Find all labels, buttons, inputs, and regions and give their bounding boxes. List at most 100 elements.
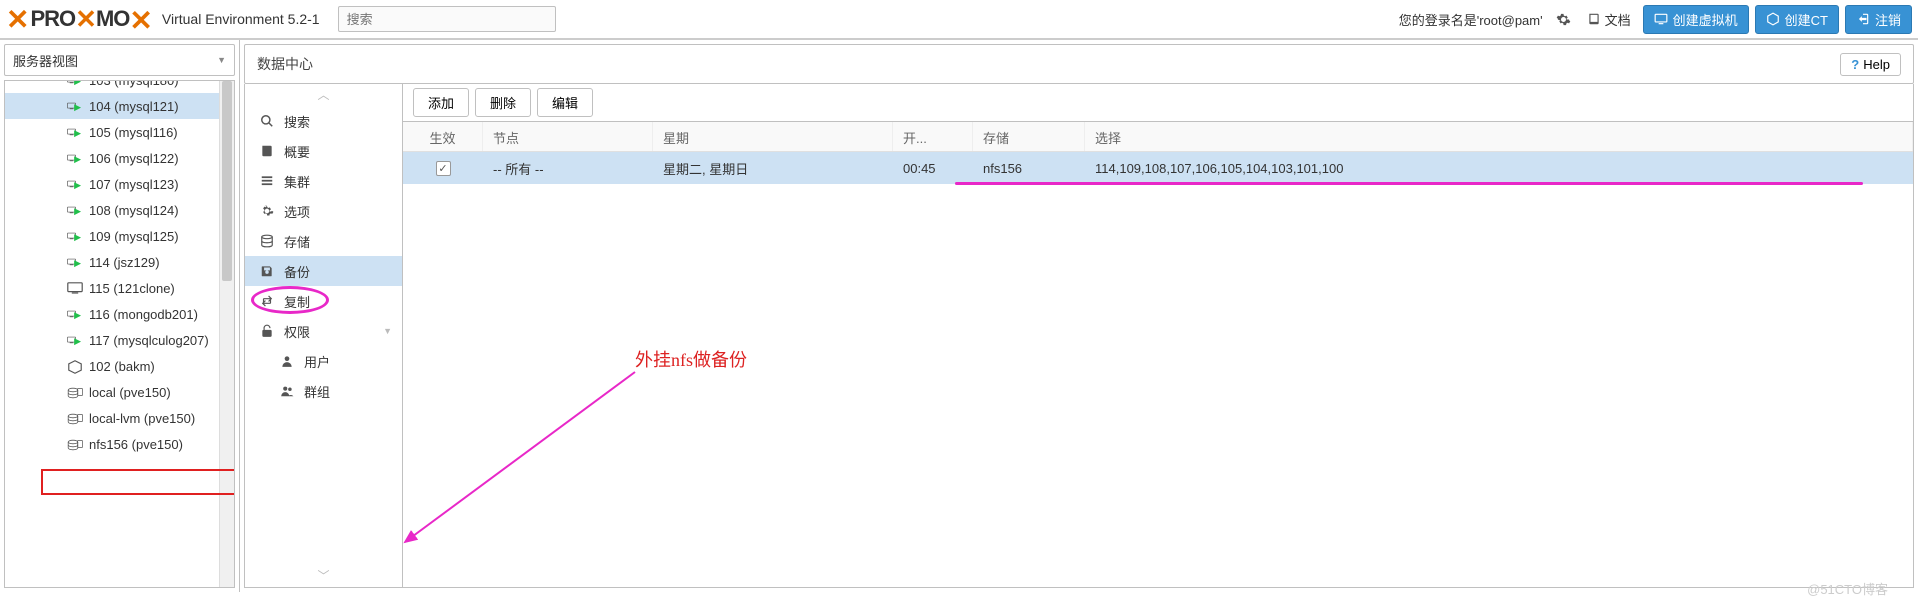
login-status: 您的登录名是'root@pam' [1399, 10, 1543, 29]
tree-item-label: 109 (mysql125) [89, 229, 179, 244]
tree-item-label: 102 (bakm) [89, 359, 155, 374]
retweet-icon [259, 294, 274, 308]
annotation-text: 外挂nfs做备份 [635, 346, 747, 372]
content-panel: 数据中心 ? Help ︿ 搜索概要集群选项存储备份复制权限▼用户群组 ﹀ 添加… [240, 40, 1918, 592]
search-icon [259, 114, 274, 128]
tree-item-vm[interactable]: ▶116 (mongodb201) [5, 301, 234, 327]
col-enable[interactable]: 生效 [403, 122, 483, 151]
tree-item-vm[interactable]: ▶105 (mysql116) [5, 119, 234, 145]
nav-item-save[interactable]: 备份 [245, 256, 402, 286]
nav-item-book[interactable]: 概要 [245, 136, 402, 166]
unlock-icon [259, 324, 274, 338]
tree-item-vm[interactable]: ▶114 (jsz129) [5, 249, 234, 275]
nav-item-search[interactable]: 搜索 [245, 106, 402, 136]
tree-item-ct[interactable]: 102 (bakm) [5, 353, 234, 379]
tree-item-vm[interactable]: ▶ 104 (mysql121) [5, 93, 234, 119]
tree-container: ▶103 (mysql180)▶104 (mysql121)▶105 (mysq… [4, 80, 235, 588]
edit-button[interactable]: 编辑 [537, 88, 593, 117]
main: 服务器视图 ▶103 (mysql180)▶104 (mysql121)▶105… [0, 40, 1918, 592]
tree-item-vm[interactable]: ▶117 (mysqlculog207) [5, 327, 234, 353]
cell-days: 星期二, 星期日 [653, 159, 893, 178]
tree-item-vm[interactable]: ▶109 (mysql125) [5, 223, 234, 249]
vm-icon: ▶ [67, 178, 83, 190]
tree-scrollbar[interactable] [219, 81, 234, 587]
vm-icon: ▶ [67, 334, 83, 346]
tree-item-label: 115 (121clone) [89, 281, 175, 296]
storage-icon [67, 412, 83, 424]
backup-job-row[interactable]: ✓ -- 所有 -- 星期二, 星期日 00:45 nfs156 114,109… [403, 152, 1913, 184]
cell-select: 114,109,108,107,106,105,104,103,101,100 [1085, 161, 1913, 176]
vm-icon: ▶ [67, 100, 83, 112]
nav-item-label: 复制 [284, 292, 310, 311]
grid-header: 生效 节点 星期 开... 存储 选择 [403, 122, 1913, 152]
config-nav: ︿ 搜索概要集群选项存储备份复制权限 ▼ 用户群组 ﹀ [245, 84, 403, 587]
col-days[interactable]: 星期 [653, 122, 893, 151]
nav-item-label: 选项 [284, 202, 310, 221]
storage-icon [67, 386, 83, 398]
cell-storage: nfs156 [973, 161, 1085, 176]
nav-item-label: 权限 [284, 322, 310, 341]
annotation-arrow [385, 362, 645, 582]
create-vm-button[interactable]: 创建虚拟机 [1643, 5, 1749, 34]
vm-icon: ▶ [67, 308, 83, 320]
col-node[interactable]: 节点 [483, 122, 653, 151]
nav-item-retweet[interactable]: 复制 [245, 286, 402, 316]
vm-icon [67, 282, 83, 294]
tree-item-vm[interactable]: ▶108 (mysql124) [5, 197, 234, 223]
gear-icon[interactable] [1553, 8, 1575, 30]
logo: ✕PRO✕MO✕ [6, 3, 152, 36]
chevron-down-icon: ▼ [383, 326, 392, 336]
nav-scroll-up[interactable]: ︿ [245, 84, 402, 106]
add-button[interactable]: 添加 [413, 88, 469, 117]
logout-button[interactable]: 注销 [1845, 5, 1912, 34]
nav-item-unlock[interactable]: 权限 ▼ [245, 316, 402, 346]
tree-item-storage[interactable]: local-lvm (pve150) [5, 405, 234, 431]
search-input[interactable] [338, 6, 556, 32]
vm-icon: ▶ [67, 152, 83, 164]
help-icon: ? [1851, 57, 1859, 72]
enabled-checkbox[interactable]: ✓ [436, 161, 451, 176]
nav-scroll-down[interactable]: ﹀ [245, 565, 402, 587]
col-start[interactable]: 开... [893, 122, 973, 151]
user-icon [279, 354, 294, 368]
monitor-icon [1654, 13, 1668, 25]
nav-item-user[interactable]: 用户 [245, 346, 402, 376]
col-storage[interactable]: 存储 [973, 122, 1085, 151]
header-right: 您的登录名是'root@pam' 文档 创建虚拟机 创建CT 注销 [1399, 5, 1912, 34]
nav-item-group[interactable]: 群组 [245, 376, 402, 406]
nav-item-label: 搜索 [284, 112, 310, 131]
delete-button[interactable]: 删除 [475, 88, 531, 117]
create-ct-button[interactable]: 创建CT [1755, 5, 1839, 34]
nav-item-cluster[interactable]: 集群 [245, 166, 402, 196]
backup-panel: 添加 删除 编辑 生效 节点 星期 开... 存储 选择 ✓ -- 所有 -- … [403, 84, 1913, 587]
docs-link[interactable]: 文档 [1587, 10, 1631, 29]
tree-item-label: 103 (mysql180) [89, 80, 179, 88]
tree-item-vm[interactable]: ▶ 103 (mysql180) [5, 80, 234, 93]
group-icon [279, 384, 294, 398]
vm-icon: ▶ [67, 256, 83, 268]
vm-icon: ▶ [67, 80, 83, 86]
tree-item-vm[interactable]: ▶106 (mysql122) [5, 145, 234, 171]
book-icon [1587, 12, 1601, 26]
watermark: @51CTO博客 [1807, 579, 1888, 598]
nav-item-label: 群组 [304, 382, 330, 401]
resource-tree-panel: 服务器视图 ▶103 (mysql180)▶104 (mysql121)▶105… [0, 40, 240, 592]
version-label: Virtual Environment 5.2-1 [162, 11, 320, 27]
tree-item-label: 105 (mysql116) [89, 125, 178, 140]
tree-item-label: local (pve150) [89, 385, 171, 400]
tree-item-label: 104 (mysql121) [89, 99, 179, 114]
tree-item-vm[interactable]: ▶107 (mysql123) [5, 171, 234, 197]
nav-item-db[interactable]: 存储 [245, 226, 402, 256]
logout-icon [1856, 12, 1870, 26]
nav-item-gear[interactable]: 选项 [245, 196, 402, 226]
cluster-icon [259, 174, 274, 188]
nav-item-label: 集群 [284, 172, 310, 191]
tree-item-vm[interactable]: 115 (121clone) [5, 275, 234, 301]
help-button[interactable]: ? Help [1840, 53, 1901, 76]
tree-item-storage[interactable]: nfs156 (pve150) [5, 431, 234, 457]
nav-item-label: 存储 [284, 232, 310, 251]
ct-icon [67, 360, 83, 372]
view-mode-selector[interactable]: 服务器视图 [4, 44, 235, 76]
col-select[interactable]: 选择 [1085, 122, 1913, 151]
tree-item-storage[interactable]: local (pve150) [5, 379, 234, 405]
